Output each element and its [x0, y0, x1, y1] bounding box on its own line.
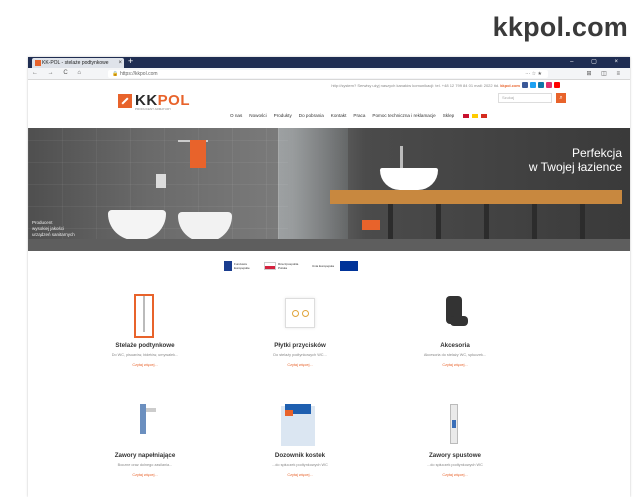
product-desc: Akcesoria do stelaży WC, spłuczek... [423, 353, 487, 357]
language-flags [463, 113, 488, 118]
tab-close-icon[interactable]: × [118, 58, 122, 68]
main-menu: O nas Nowości Produkty Do pobrania Konta… [230, 113, 488, 118]
product-desc: Do stelaży podtynkowych WC... [273, 353, 327, 357]
new-tab-button[interactable]: + [128, 57, 133, 66]
towel [190, 140, 206, 168]
menu-item-sklep[interactable]: Sklep [443, 113, 455, 118]
search-icon[interactable]: ⌕ [556, 93, 566, 103]
nav-buttons[interactable]: ← → C ⌂ [32, 70, 85, 76]
product-title[interactable]: Dozownik kostek [225, 452, 375, 459]
menu-item-pomoc[interactable]: Pomoc techniczna i reklamacje [372, 113, 435, 118]
linkedin-icon[interactable] [538, 82, 544, 88]
product-image [380, 400, 530, 450]
product-card[interactable]: Stelaże podtynkowe Do WC, pisuarów, bide… [70, 290, 220, 367]
url-text: https://kkpol.com [120, 71, 158, 77]
flag-ru-icon[interactable] [481, 114, 488, 118]
read-more-link[interactable]: Czytaj więcej... [225, 473, 375, 477]
read-more-link[interactable]: Czytaj więcej... [380, 473, 530, 477]
product-image [225, 290, 375, 340]
facebook-icon[interactable] [522, 82, 528, 88]
product-image [70, 400, 220, 450]
product-card[interactable]: Płytki przycisków Do stelaży podtynkowyc… [225, 290, 375, 367]
eu-fund-logo: Fundusze Europejskie [224, 261, 256, 271]
sink-image [380, 168, 438, 190]
menu-item-o-nas[interactable]: O nas [230, 113, 242, 118]
product-card[interactable]: Akcesoria Akcesoria do stelaży WC, spłuc… [380, 290, 530, 367]
product-title[interactable]: Akcesoria [380, 342, 530, 349]
site-header: KKPOL PRODUCENT ARMATURY Szukaj ⌕ O nas … [28, 90, 630, 128]
menu-item-praca[interactable]: Praca [353, 113, 365, 118]
flush-plate-icon [285, 298, 315, 328]
social-icons [522, 82, 560, 88]
window-controls[interactable]: – ▢ × [570, 57, 626, 68]
browser-menu-icons[interactable]: ⊞ ◫ ≡ [586, 70, 624, 77]
faucet [400, 146, 403, 168]
flush-plate [156, 174, 166, 188]
product-desc: ...do spłuczek podtynkowych WC [427, 463, 483, 467]
product-image [70, 290, 220, 340]
product-card[interactable]: Zawory napełniające Boczne oraz dolnego … [70, 400, 220, 477]
search-input[interactable]: Szukaj [498, 93, 552, 103]
product-card[interactable]: Zawory spustowe ...do spłuczek podtynkow… [380, 400, 530, 477]
tab-title: KK-POL - stelaże podtynkowe [42, 60, 109, 66]
product-desc: ...do spłuczek podtynkowych WC [272, 463, 328, 467]
lock-icon: 🔒 [112, 71, 119, 77]
youtube-icon[interactable] [554, 82, 560, 88]
browser-tab[interactable]: KK-POL - stelaże podtynkowe × [32, 58, 124, 68]
product-desc: Boczne oraz dolnego zasilania... [117, 463, 173, 467]
read-more-link[interactable]: Czytaj więcej... [70, 363, 220, 367]
favicon-icon [35, 60, 41, 66]
read-more-link[interactable]: Czytaj więcej... [70, 473, 220, 477]
eu-funding-logos: Fundusze Europejskie Rzeczpospolita Pols… [224, 261, 358, 271]
product-desc: Do WC, pisuarów, bidetów, umywalek... [111, 353, 179, 357]
browser-titlebar: KK-POL - stelaże podtynkowe × + – ▢ × [28, 57, 630, 68]
menu-item-produkty[interactable]: Produkty [274, 113, 292, 118]
domain-caption: kkpol.com [492, 12, 628, 42]
logo-subtitle: PRODUCENT ARMATURY [135, 107, 172, 111]
product-image [380, 290, 530, 340]
bookmark-icon[interactable]: ··· ☆ ★ [525, 70, 542, 78]
product-title[interactable]: Zawory napełniające [70, 452, 220, 459]
menu-item-nowosci[interactable]: Nowości [249, 113, 266, 118]
hero-tagline: Perfekcja w Twojej łazience [528, 146, 622, 174]
hero-caption: Producent wysokiej jakości urządzeń sani… [32, 220, 75, 237]
read-more-link[interactable]: Czytaj więcej... [380, 363, 530, 367]
ue-logo: Unia Europejska [312, 261, 358, 271]
product-title[interactable]: Zawory spustowe [380, 452, 530, 459]
browser-navbar: ← → C ⌂ 🔒 https://kkpol.com ··· ☆ ★ ⊞ ◫ … [28, 68, 630, 80]
menu-item-kontakt[interactable]: Kontakt [331, 113, 347, 118]
logo-mark-icon [118, 93, 132, 108]
address-bar[interactable]: 🔒 https://kkpol.com ··· ☆ ★ [108, 70, 548, 78]
product-title[interactable]: Płytki przycisków [225, 342, 375, 349]
product-title[interactable]: Stelaże podtynkowe [70, 342, 220, 349]
pl-logo: Rzeczpospolita Polska [264, 261, 304, 271]
flag-de-icon[interactable] [472, 114, 479, 118]
site-topbar: http://system? Serwisy użyj naszych kana… [28, 80, 630, 90]
screenshot-canvas: kkpol.com KK-POL - stelaże podtynkowe × … [0, 0, 636, 497]
product-image [225, 400, 375, 450]
top-contact-info: http://system? Serwisy użyj naszych kana… [331, 83, 520, 88]
product-card[interactable]: Dozownik kostek ...do spłuczek podtynkow… [225, 400, 375, 477]
read-more-link[interactable]: Czytaj więcej... [225, 363, 375, 367]
flag-en-icon[interactable] [463, 114, 470, 118]
wooden-counter [330, 190, 622, 204]
twitter-icon[interactable] [530, 82, 536, 88]
hero-banner: Perfekcja w Twojej łazience Producent wy… [28, 128, 630, 251]
menu-item-do-pobrania[interactable]: Do pobrania [299, 113, 324, 118]
instagram-icon[interactable] [546, 82, 552, 88]
